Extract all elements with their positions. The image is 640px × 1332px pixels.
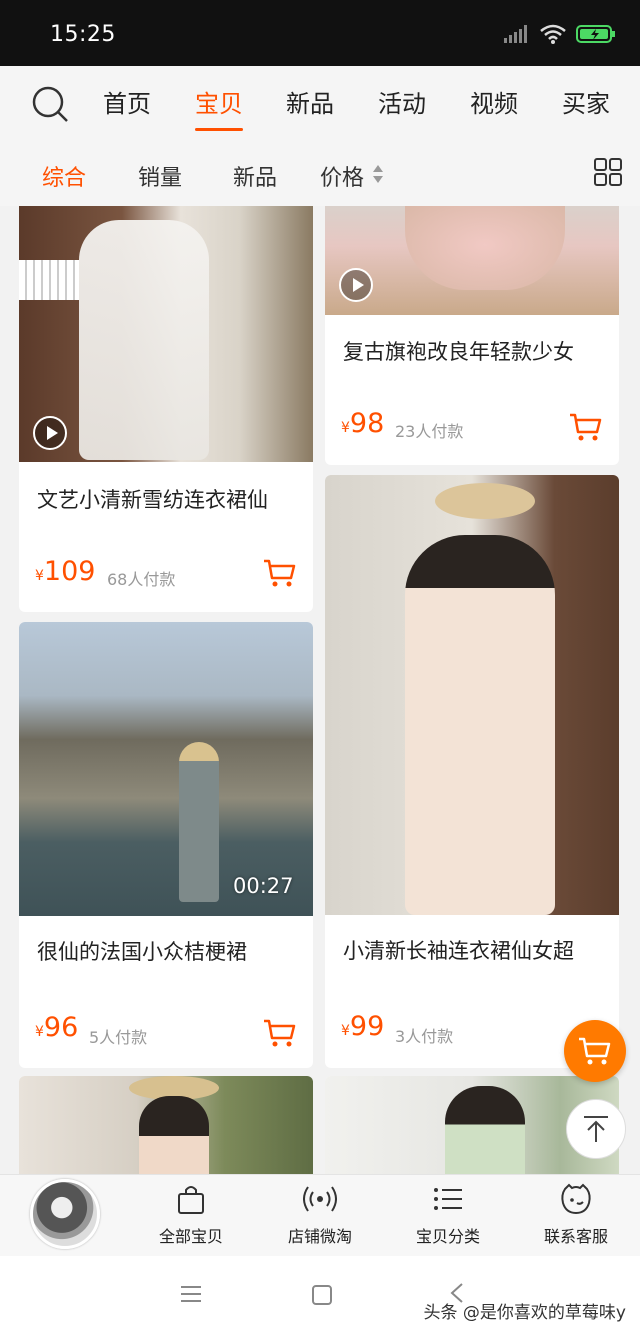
wifi-icon: [540, 24, 566, 44]
shop-item-label: 全部宝贝: [158, 1227, 223, 1246]
status-icons: [504, 24, 616, 44]
tab-items[interactable]: 宝贝: [195, 84, 243, 131]
sort-price[interactable]: 价格: [320, 160, 364, 192]
tab-new[interactable]: 新品: [286, 84, 334, 119]
product-photo-figure: [139, 1096, 209, 1174]
arrow-up-icon: [584, 1116, 608, 1142]
search-icon[interactable]: [30, 84, 70, 124]
grid-view-icon[interactable]: [594, 158, 622, 186]
shop-categories-button[interactable]: 宝贝分类: [393, 1183, 503, 1247]
sort-bar: 综合 销量 新品 价格: [0, 138, 640, 206]
product-title[interactable]: 文艺小清新雪纺连衣裙仙: [37, 484, 268, 514]
product-photo-figure: [445, 1086, 525, 1174]
shop-item-label: 店铺微淘: [287, 1227, 352, 1246]
sort-comprehensive[interactable]: 综合: [42, 160, 86, 192]
product-sales: 68人付款: [107, 570, 176, 589]
tab-home[interactable]: 首页: [103, 84, 151, 119]
menu-icon[interactable]: [180, 1284, 202, 1304]
cart-icon: [579, 1037, 611, 1065]
product-card[interactable]: 文艺小清新雪纺连衣裙仙 ¥109 68人付款: [19, 206, 313, 612]
product-photo-figure: [79, 220, 209, 460]
cart-fab-button[interactable]: [564, 1020, 626, 1082]
shop-contact-service-button[interactable]: 联系客服: [521, 1183, 631, 1247]
tab-videos[interactable]: 视频: [470, 84, 518, 119]
product-image[interactable]: [19, 1076, 313, 1174]
chat-icon: [561, 1183, 591, 1215]
shop-avatar[interactable]: [30, 1179, 100, 1249]
product-photo-figure: [405, 535, 555, 915]
product-card[interactable]: 小清新长袖连衣裙仙女超 ¥99 3人付款: [325, 475, 619, 1068]
shop-item-label: 宝贝分类: [415, 1227, 480, 1246]
broadcast-icon: [303, 1186, 337, 1212]
product-card[interactable]: 复古旗袍改良年轻款少女 ¥98 23人付款: [325, 206, 619, 465]
status-time: 15:25: [50, 22, 116, 47]
sort-sales[interactable]: 销量: [138, 160, 182, 192]
shop-weitao-button[interactable]: 店铺微淘: [265, 1183, 375, 1247]
product-price: ¥99: [341, 1011, 385, 1042]
add-to-cart-icon[interactable]: [263, 558, 297, 588]
status-bar: 15:25: [0, 0, 640, 66]
product-sales: 5人付款: [89, 1028, 148, 1047]
piano-keys: [19, 260, 79, 300]
add-to-cart-icon[interactable]: [569, 412, 603, 442]
back-to-top-button[interactable]: [566, 1099, 626, 1159]
top-nav: 首页 宝贝 新品 活动 视频 买家: [0, 66, 640, 138]
sort-new[interactable]: 新品: [233, 160, 277, 192]
shop-bottom-bar: 全部宝贝 店铺微淘 宝贝分类 联系客服: [0, 1174, 640, 1256]
shop-item-label: 联系客服: [543, 1227, 608, 1246]
tab-buyers[interactable]: 买家: [562, 84, 610, 119]
product-card[interactable]: [19, 1076, 313, 1174]
product-photo-figure: [179, 742, 219, 902]
product-card[interactable]: 00:27 很仙的法国小众桔梗裙 ¥96 5人付款: [19, 622, 313, 1068]
add-to-cart-icon[interactable]: [263, 1018, 297, 1048]
product-photo-figure: [405, 206, 565, 290]
product-sales: 23人付款: [395, 422, 464, 441]
product-title[interactable]: 复古旗袍改良年轻款少女: [343, 336, 574, 366]
product-price: ¥98: [341, 408, 385, 439]
product-sales: 3人付款: [395, 1027, 454, 1046]
signal-icon: [504, 25, 527, 43]
bag-icon: [178, 1186, 204, 1214]
product-price: ¥96: [35, 1012, 79, 1043]
list-icon: [434, 1188, 462, 1210]
play-icon[interactable]: [33, 416, 67, 450]
tab-activities[interactable]: 活动: [378, 84, 426, 119]
play-icon[interactable]: [339, 268, 373, 302]
home-square-icon[interactable]: [311, 1284, 333, 1306]
product-feed: 文艺小清新雪纺连衣裙仙 ¥109 68人付款 复古旗袍改良年轻款少女 ¥98 2…: [0, 206, 640, 1174]
product-price: ¥109: [35, 556, 96, 587]
product-image[interactable]: [325, 206, 619, 315]
product-title[interactable]: 很仙的法国小众桔梗裙: [37, 936, 247, 966]
shop-all-items-button[interactable]: 全部宝贝: [136, 1183, 246, 1247]
battery-icon: [576, 25, 615, 43]
sort-arrows-icon: [373, 165, 383, 183]
product-title[interactable]: 小清新长袖连衣裙仙女超: [343, 935, 574, 965]
video-duration: 00:27: [233, 874, 294, 898]
product-image[interactable]: [19, 622, 313, 916]
straw-hat: [435, 483, 535, 519]
watermark-text: 头条 @是你喜欢的草莓味y: [423, 1303, 626, 1323]
product-image[interactable]: [325, 475, 619, 915]
